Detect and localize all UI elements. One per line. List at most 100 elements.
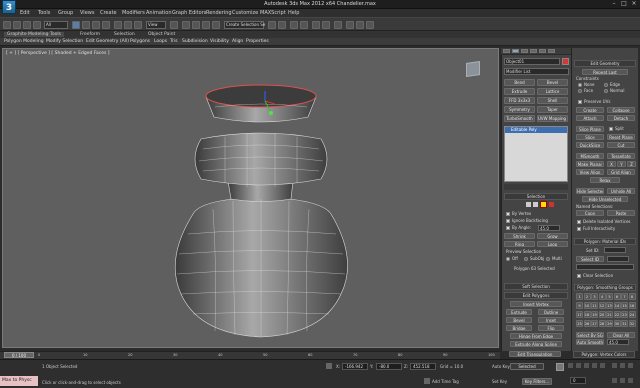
smoothing-group-button[interactable]: 17 bbox=[576, 311, 583, 318]
graphite-toggle-icon[interactable] bbox=[300, 21, 308, 29]
link-icon[interactable] bbox=[23, 21, 31, 29]
schematic-view-icon[interactable] bbox=[322, 21, 330, 29]
smoothing-group-button[interactable]: 12 bbox=[598, 302, 606, 309]
motion-tab-icon[interactable] bbox=[530, 49, 537, 53]
view-align-button[interactable]: View Align bbox=[576, 169, 604, 175]
extrude-modifier-button[interactable]: Extrude bbox=[504, 88, 535, 95]
cut-button[interactable]: Cut bbox=[607, 142, 635, 148]
selection-filter-dropdown[interactable]: All bbox=[44, 21, 68, 29]
tab-graphite-modeling-tools[interactable]: Graphite Modeling Tools bbox=[4, 32, 65, 37]
relax-button[interactable]: Relax bbox=[590, 177, 620, 183]
preview-subobj-radio[interactable] bbox=[524, 257, 528, 261]
smoothing-group-button[interactable]: 22 bbox=[613, 311, 621, 318]
lock-selection-icon[interactable] bbox=[326, 363, 332, 369]
shell-button[interactable]: Shell bbox=[537, 97, 568, 104]
timeline[interactable]: 0 10 20 30 40 50 60 70 80 90 100 bbox=[0, 351, 500, 359]
full-interactivity-checkbox[interactable] bbox=[577, 227, 581, 231]
preview-multi-radio[interactable] bbox=[546, 257, 550, 261]
smoothing-group-button[interactable]: 9 bbox=[576, 302, 583, 309]
grow-button[interactable]: Grow bbox=[537, 233, 568, 239]
stack-item-editable-poly[interactable]: Editable Poly bbox=[505, 127, 567, 133]
field-of-view-icon[interactable] bbox=[620, 378, 625, 383]
constraint-edge-radio[interactable] bbox=[604, 83, 608, 87]
slice-button[interactable]: Slice bbox=[576, 134, 604, 140]
extrude-button[interactable]: Extrude bbox=[506, 309, 532, 315]
smoothing-group-button[interactable]: 24 bbox=[628, 311, 636, 318]
undo-icon[interactable] bbox=[3, 21, 11, 29]
key-mode-dropdown[interactable]: Selected bbox=[510, 363, 544, 370]
ribbon-properties[interactable]: Properties bbox=[246, 39, 269, 44]
smoothing-group-button[interactable]: 23 bbox=[621, 311, 628, 318]
percent-snap-icon[interactable] bbox=[202, 21, 210, 29]
create-button[interactable]: Create bbox=[576, 107, 604, 113]
close-icon[interactable]: × bbox=[630, 1, 638, 7]
select-id-button[interactable]: Select ID bbox=[576, 256, 604, 262]
menu-maxscript[interactable]: MAXScript bbox=[260, 10, 286, 16]
outline-button[interactable]: Outline bbox=[538, 309, 564, 315]
selection-rollout-header[interactable]: Selection bbox=[504, 193, 568, 200]
material-ids-rollout[interactable]: Polygon: Material IDs bbox=[574, 238, 636, 245]
extrude-along-spline-button[interactable]: Extrude Along Spline bbox=[510, 341, 562, 347]
ribbon-polygons[interactable]: Polygons bbox=[130, 39, 150, 44]
menu-customize[interactable]: Customize bbox=[232, 10, 258, 16]
ribbon-align[interactable]: Align bbox=[232, 39, 243, 44]
object-name-field[interactable]: Object01 bbox=[504, 58, 560, 65]
smoothing-group-button[interactable]: 32 bbox=[628, 320, 636, 327]
collapse-button[interactable]: Collapse bbox=[607, 107, 635, 113]
grid-align-button[interactable]: Grid Align bbox=[607, 169, 635, 175]
slice-plane-button[interactable]: Slice Plane bbox=[576, 126, 604, 132]
z-coord-field[interactable]: 452.518 bbox=[410, 363, 436, 370]
quickslice-button[interactable]: QuickSlice bbox=[576, 142, 604, 148]
split-checkbox[interactable] bbox=[609, 127, 613, 131]
by-vertex-checkbox[interactable] bbox=[506, 212, 510, 216]
material-editor-icon[interactable] bbox=[334, 21, 342, 29]
ring-button[interactable]: Ring bbox=[504, 241, 535, 247]
polygon-mode-icon[interactable] bbox=[540, 201, 547, 208]
auto-smooth-button[interactable]: Auto Smooth bbox=[576, 339, 604, 345]
planar-x-button[interactable]: X bbox=[607, 161, 616, 167]
insert-vertex-button[interactable]: Insert Vertex bbox=[510, 301, 562, 307]
modifier-stack[interactable]: Editable Poly bbox=[504, 126, 568, 182]
planar-z-button[interactable]: Z bbox=[627, 161, 636, 167]
smoothing-group-button[interactable]: 10 bbox=[583, 302, 591, 309]
reset-plane-button[interactable]: Reset Plane bbox=[607, 134, 635, 140]
scale-icon[interactable] bbox=[134, 21, 142, 29]
symmetry-button[interactable]: Symmetry bbox=[504, 106, 535, 113]
vertex-colors-rollout[interactable]: Polygon: Vertex Colors bbox=[573, 351, 635, 358]
rotate-icon[interactable] bbox=[124, 21, 132, 29]
turbosmooth-button[interactable]: TurboSmooth bbox=[504, 115, 535, 122]
pivot-center-icon[interactable] bbox=[170, 21, 178, 29]
named-selection-dropdown[interactable]: Create Selection Se bbox=[224, 21, 265, 29]
next-frame-icon[interactable] bbox=[592, 363, 597, 368]
msmooth-button[interactable]: MSmooth bbox=[576, 153, 604, 159]
clear-selection-checkbox[interactable] bbox=[577, 274, 581, 278]
smoothing-group-button[interactable]: 21 bbox=[606, 311, 613, 318]
constraint-face-radio[interactable] bbox=[578, 89, 582, 93]
select-by-name-icon[interactable] bbox=[82, 21, 90, 29]
maximize-icon[interactable]: □ bbox=[620, 1, 628, 7]
inset-button[interactable]: Inset bbox=[538, 317, 564, 323]
move-icon[interactable] bbox=[114, 21, 122, 29]
loop-button[interactable]: Loop bbox=[537, 241, 568, 247]
mirror-icon[interactable] bbox=[268, 21, 276, 29]
layer-manager-icon[interactable] bbox=[290, 21, 298, 29]
menu-group[interactable]: Group bbox=[58, 10, 73, 16]
smoothing-group-button[interactable]: 6 bbox=[613, 293, 621, 300]
time-tag-icon[interactable] bbox=[424, 378, 430, 384]
soft-selection-rollout[interactable]: Soft Selection bbox=[504, 283, 568, 290]
smoothing-group-button[interactable]: 31 bbox=[621, 320, 628, 327]
copy-button[interactable]: Copy bbox=[576, 210, 604, 216]
detach-button[interactable]: Detach bbox=[607, 115, 635, 121]
smoothing-group-button[interactable]: 27 bbox=[591, 320, 598, 327]
viewcube-icon[interactable] bbox=[466, 61, 480, 77]
snap-toggle-icon[interactable] bbox=[182, 21, 190, 29]
smoothing-group-button[interactable]: 15 bbox=[621, 302, 628, 309]
attach-button[interactable]: Attach bbox=[576, 115, 604, 121]
angle-snap-icon[interactable] bbox=[192, 21, 200, 29]
by-angle-spinner[interactable]: 45.0 bbox=[538, 225, 560, 231]
by-angle-checkbox[interactable] bbox=[506, 226, 510, 230]
rendered-frame-icon[interactable] bbox=[356, 21, 364, 29]
smoothing-group-button[interactable]: 8 bbox=[628, 293, 636, 300]
smoothing-group-button[interactable]: 11 bbox=[591, 302, 598, 309]
uvw-mapping-button[interactable]: UVW Mapping Cl bbox=[537, 115, 568, 122]
